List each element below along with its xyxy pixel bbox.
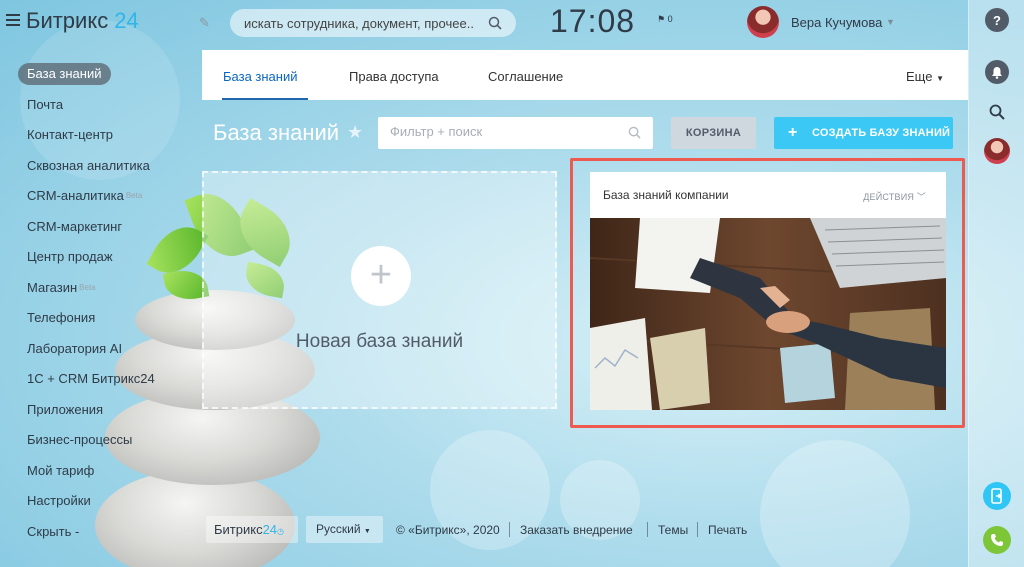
sidebar-item-end-to-end-analytics[interactable]: Сквозная аналитика [0, 154, 200, 185]
more-tabs-button[interactable]: Еще ▼ [906, 69, 944, 84]
chevron-down-icon: ▼ [936, 74, 944, 83]
top-header: Битрикс24 ✎ 17:08 ⚑ 0 Вера Кучумова ▼ [0, 0, 968, 46]
sidebar-item-label: CRM-маркетинг [27, 218, 123, 234]
tab-agreement[interactable]: Соглашение [488, 69, 563, 84]
create-button-label: СОЗДАТЬ БАЗУ ЗНАНИЙ [812, 127, 951, 139]
sidebar-item-label: Мой тариф [27, 462, 95, 478]
sidebar-item-contact-center[interactable]: Контакт-центр [0, 123, 200, 154]
sidebar-item-mail[interactable]: Почта [0, 93, 200, 124]
user-name[interactable]: Вера Кучумова [791, 15, 882, 30]
beta-badge: Beta [79, 282, 96, 292]
sidebar-item-applications[interactable]: Приложения [0, 398, 200, 429]
background-bokeh [760, 440, 910, 567]
sidebar-item-label: Магазин [27, 279, 78, 295]
chevron-down-icon: ▼ [363, 528, 371, 535]
sidebar-item-sales-center[interactable]: Центр продаж [0, 245, 200, 276]
sidebar-item-label: Контакт-центр [27, 127, 114, 142]
open-lines-icon[interactable] [983, 482, 1011, 510]
sidebar-item-label: Почта [27, 96, 64, 112]
footer-link-print[interactable]: Печать [708, 523, 747, 537]
notifications-bell-icon[interactable] [985, 60, 1009, 84]
help-icon[interactable]: ? [985, 8, 1009, 32]
tab-knowledge-base[interactable]: База знаний [223, 69, 298, 84]
kb-cover-image[interactable] [590, 218, 946, 410]
copyright: © «Битрикс», 2020 [396, 523, 500, 537]
sidebar-item-crm-marketing[interactable]: CRM-маркетинг [0, 215, 200, 246]
flag-icon: ⚑ [657, 14, 666, 24]
logo-number: 24 [114, 8, 139, 33]
flag-count: 0 [667, 14, 673, 24]
global-search-input[interactable] [244, 14, 474, 32]
sidebar-item-label: Настройки [27, 493, 91, 508]
actions-label: ДЕЙСТВИЯ [863, 192, 915, 202]
kb-card-title[interactable]: База знаний компании [603, 188, 729, 202]
sidebar-item-knowledge-base[interactable]: База знаний [0, 62, 200, 93]
language-label: Русский [316, 522, 361, 536]
search-icon[interactable] [628, 126, 641, 139]
language-select[interactable]: Русский ▼ [306, 516, 383, 543]
sidebar-item-label: Бизнес-процессы [27, 432, 133, 447]
top-tabs: База знаний Права доступа Соглашение Еще… [202, 50, 968, 100]
kb-actions-menu[interactable]: ДЕЙСТВИЯ ﹀ [863, 190, 926, 203]
sidebar-item-label: Центр продаж [27, 249, 113, 264]
sidebar-item-label: Телефония [27, 310, 96, 325]
left-menu: База знаний Почта Контакт-центр Сквозная… [0, 62, 200, 550]
active-tab-indicator [222, 98, 308, 100]
sidebar-item-telephony[interactable]: Телефония [0, 306, 200, 337]
menu-burger-icon[interactable] [6, 14, 20, 26]
sidebar-item-label: CRM-аналитика [27, 188, 124, 203]
user-avatar[interactable] [747, 6, 779, 38]
sidebar-item-settings[interactable]: Настройки [0, 489, 200, 520]
footer-link-themes[interactable]: Темы [658, 523, 688, 537]
footer-logo[interactable]: Битрикс24◷ [206, 516, 298, 543]
footer-logo-text: Битрикс [214, 522, 263, 537]
sidebar-item-business-processes[interactable]: Бизнес-процессы [0, 428, 200, 459]
search-icon[interactable] [488, 16, 502, 30]
footer-link-order-implementation[interactable]: Заказать внедрение [520, 523, 633, 537]
trash-button[interactable]: КОРЗИНА [671, 117, 756, 149]
edit-pencil-icon[interactable]: ✎ [199, 15, 210, 31]
tab-access-rights[interactable]: Права доступа [349, 69, 439, 84]
sidebar-item-label: Сквозная аналитика [27, 157, 150, 173]
sidebar-item-label: База знаний [18, 63, 111, 85]
bitrix24-logo[interactable]: Битрикс 24 [26, 8, 139, 34]
footer-divider [509, 522, 510, 537]
sidebar-item-my-plan[interactable]: Мой тариф [0, 459, 200, 490]
sidebar-item-label: Скрыть - [27, 523, 80, 539]
new-kb-label: Новая база знаний [295, 331, 464, 352]
footer-divider [647, 522, 648, 537]
company-knowledge-base-card[interactable]: База знаний компании ДЕЙСТВИЯ ﹀ [590, 172, 946, 410]
clock[interactable]: 17:08 [550, 3, 635, 40]
footer-logo-number: 24 [262, 522, 278, 537]
chevron-down-icon[interactable]: ▼ [886, 17, 895, 27]
global-search[interactable] [230, 9, 516, 37]
phone-icon[interactable] [983, 526, 1011, 554]
sidebar-item-store[interactable]: Магазин Beta [0, 276, 200, 307]
sidebar-item-label: 1С + CRM Битрикс24 [27, 371, 155, 386]
beta-badge: Beta [125, 191, 143, 200]
plus-icon[interactable]: + [351, 246, 411, 306]
clock-icon: ◷ [277, 527, 285, 536]
more-label: Еще [906, 69, 933, 84]
create-knowledge-base-button[interactable]: + СОЗДАТЬ БАЗУ ЗНАНИЙ [774, 117, 953, 149]
sidebar-item-label: Приложения [27, 401, 104, 417]
right-toolbar: ? [968, 0, 1024, 567]
sidebar-item-label: Лаборатория AI [27, 340, 123, 356]
filter-search[interactable] [378, 117, 653, 149]
favorite-star-icon[interactable]: ★ [347, 122, 363, 143]
search-icon[interactable] [985, 100, 1009, 124]
plus-icon: + [788, 124, 798, 141]
sidebar-item-1c-crm[interactable]: 1С + CRM Битрикс24 [0, 367, 200, 398]
chevron-down-icon: ﹀ [916, 192, 926, 202]
footer-divider [697, 522, 698, 537]
page-title: База знаний [213, 120, 340, 145]
sidebar-item-hide[interactable]: Скрыть - [0, 520, 200, 551]
logo-text: Битрикс [26, 8, 109, 33]
flag-counter[interactable]: ⚑ 0 [657, 14, 673, 25]
chat-user-avatar[interactable] [984, 138, 1010, 164]
sidebar-item-ai-lab[interactable]: Лаборатория AI [0, 337, 200, 368]
filter-search-input[interactable] [390, 124, 610, 139]
sidebar-item-crm-analytics[interactable]: CRM-аналитика Beta [0, 184, 200, 215]
new-knowledge-base-card[interactable]: + Новая база знаний [202, 171, 557, 409]
